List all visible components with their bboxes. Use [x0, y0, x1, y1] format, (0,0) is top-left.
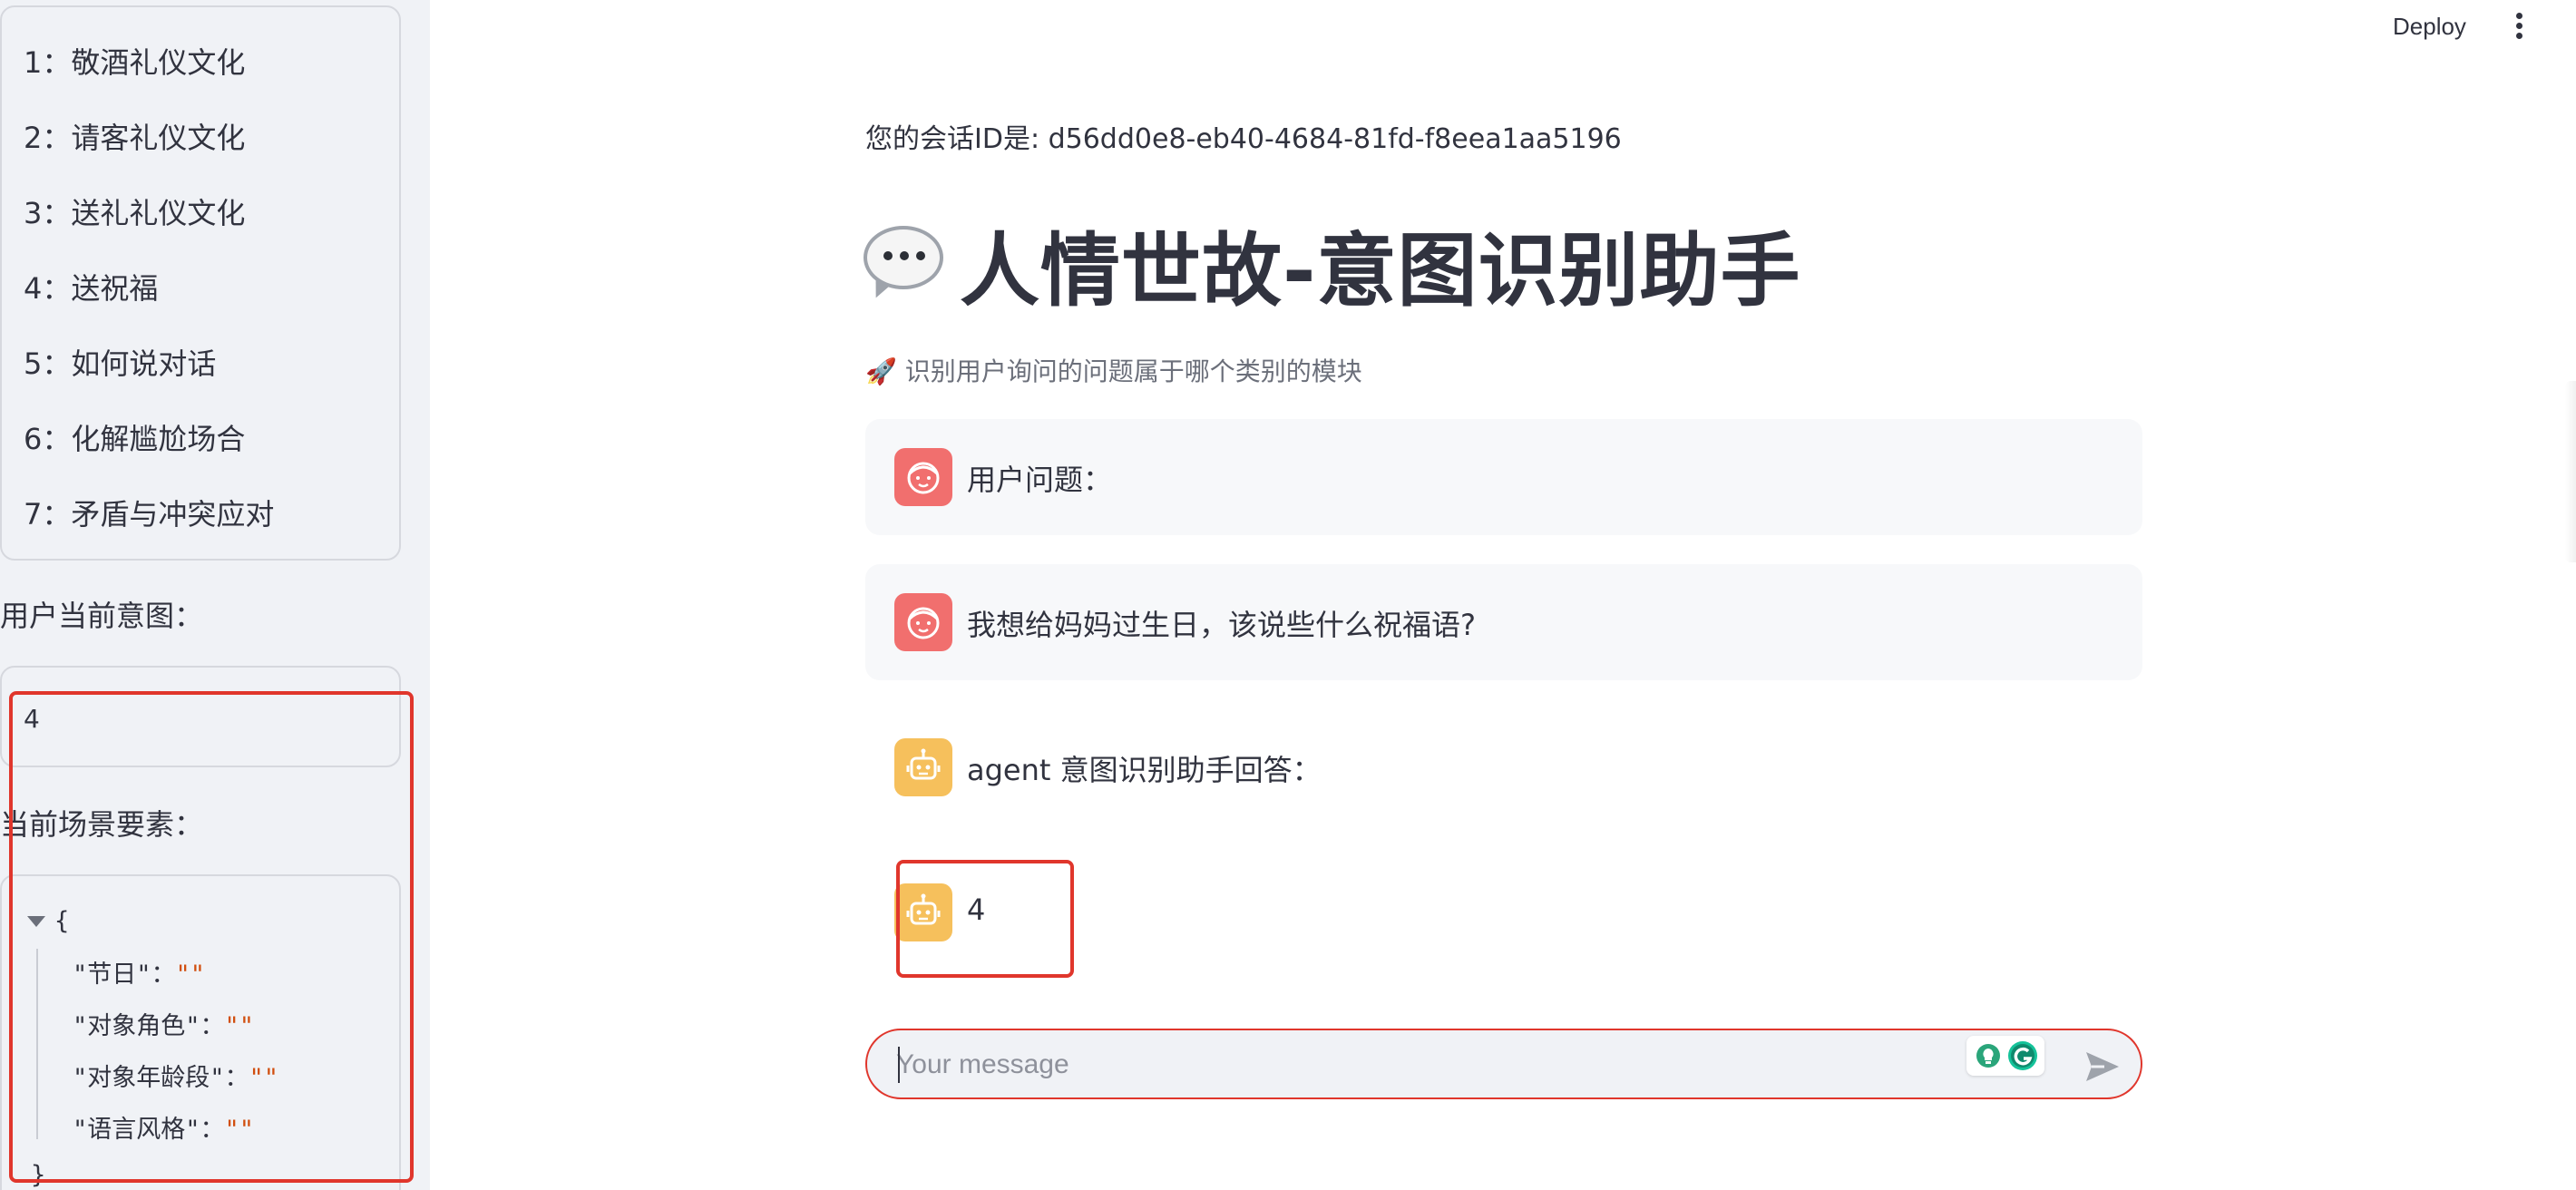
- deploy-button[interactable]: Deploy: [2386, 9, 2474, 44]
- json-colon: ：: [224, 1064, 249, 1092]
- message-text: 用户问题：: [967, 463, 1113, 497]
- scene-label: 当前场景要素：: [0, 807, 204, 842]
- more-vertical-icon[interactable]: [2516, 13, 2523, 40]
- json-value: "": [224, 1116, 255, 1144]
- intent-label: 用户当前意图：: [0, 599, 204, 633]
- message-text: 我想给妈妈过生日，该说些什么祝福语?: [967, 608, 1476, 642]
- collapse-caret-icon[interactable]: [27, 916, 45, 927]
- chat-input-bar: [865, 1029, 2142, 1099]
- category-item: 2：请客礼仪文化: [24, 121, 246, 155]
- message-text: agent 意图识别助手回答：: [967, 753, 1322, 787]
- page-subtitle: 🚀 识别用户询问的问题属于哪个类别的模块: [865, 356, 1362, 386]
- edge-shadow: [2565, 381, 2576, 562]
- chat-input[interactable]: [896, 1043, 1966, 1087]
- user-face-icon: [894, 448, 952, 506]
- text-caret: [898, 1047, 900, 1083]
- json-key: "对象年龄段": [73, 1064, 225, 1092]
- sidebar: 1：敬酒礼仪文化 2：请客礼仪文化 3：送礼礼仪文化 4：送祝福 5：如何说对话…: [0, 0, 430, 1190]
- json-open-brace: {: [54, 907, 70, 935]
- json-colon: ：: [200, 1012, 225, 1040]
- category-item: 1：敬酒礼仪文化: [24, 45, 246, 80]
- chat-message-assistant: 4: [865, 854, 2142, 971]
- chat-message-user: 我想给妈妈过生日，该说些什么祝福语?: [865, 564, 2142, 680]
- category-item: 7：矛盾与冲突应对: [24, 497, 275, 532]
- json-colon: ：: [151, 961, 176, 989]
- json-field: "节日"："": [73, 954, 205, 990]
- json-field: "对象年龄段"："": [73, 1058, 278, 1093]
- robot-icon: [894, 883, 952, 941]
- category-item: 5：如何说对话: [24, 346, 217, 381]
- scene-json-viewer: { "节日"："" "对象角色"："" "对象年龄段"："" "语言风格"：""…: [0, 874, 401, 1190]
- chat-message-assistant: agent 意图识别助手回答：: [865, 709, 2142, 825]
- json-indent-guide: [36, 949, 38, 1139]
- json-colon: ：: [200, 1116, 225, 1144]
- category-item: 4：送祝福: [24, 271, 159, 306]
- json-value: "": [249, 1064, 279, 1092]
- json-key: "语言风格": [73, 1116, 200, 1144]
- chat-message-user: 用户问题：: [865, 419, 2142, 535]
- message-text: 4: [967, 892, 986, 927]
- json-field: "对象角色"："": [73, 1006, 254, 1041]
- intent-display: 4: [0, 666, 401, 767]
- category-item: 3：送礼礼仪文化: [24, 196, 246, 230]
- page-title: 人情世故-意图识别助手: [960, 223, 1801, 317]
- json-field: "语言风格"："": [73, 1109, 254, 1145]
- json-value: "": [224, 1012, 255, 1040]
- json-value: "": [175, 961, 206, 989]
- json-key: "对象角色": [73, 1012, 200, 1040]
- json-key: "节日": [73, 961, 151, 989]
- category-item: 6：化解尴尬场合: [24, 422, 246, 456]
- speech-bubble-icon: [864, 226, 945, 303]
- session-id-text: 您的会话ID是: d56dd0e8-eb40-4684-81fd-f8eea1a…: [865, 123, 1622, 155]
- intent-value: 4: [24, 704, 40, 734]
- user-face-icon: [894, 593, 952, 651]
- json-close-brace: }: [31, 1161, 46, 1189]
- extension-icons[interactable]: [1966, 1036, 2044, 1076]
- page-header: 人情世故-意图识别助手: [864, 214, 1801, 317]
- robot-icon: [894, 738, 952, 796]
- send-icon[interactable]: [2084, 1050, 2121, 1083]
- category-list: 1：敬酒礼仪文化 2：请客礼仪文化 3：送礼礼仪文化 4：送祝福 5：如何说对话…: [0, 5, 401, 561]
